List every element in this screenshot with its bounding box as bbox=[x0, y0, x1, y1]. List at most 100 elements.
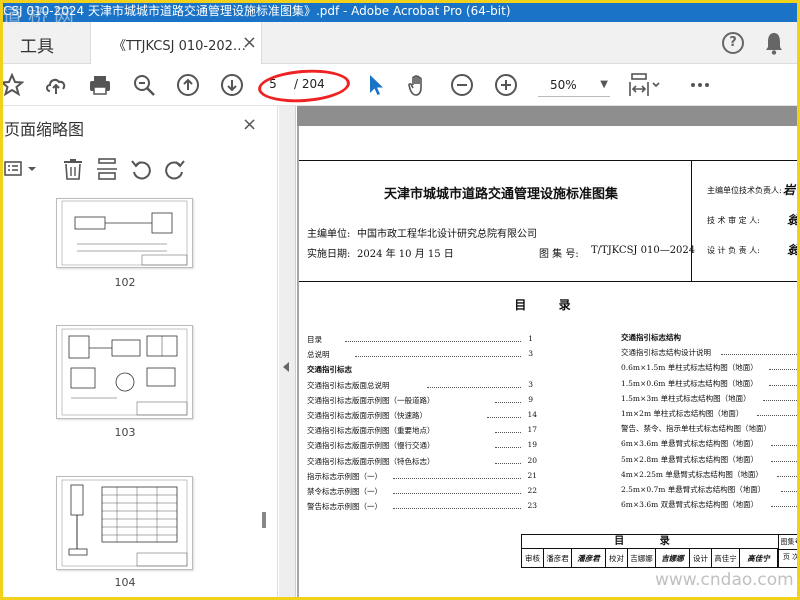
toc-title: 目 录 bbox=[514, 298, 585, 312]
toc-item-text: 交通指引标志版面总说明 bbox=[307, 380, 390, 390]
zoom-in-icon[interactable] bbox=[494, 73, 518, 97]
toc-item: 6m×3.6m 单悬臂式标志结构图（地面） bbox=[621, 438, 800, 453]
next-page-icon[interactable] bbox=[220, 73, 244, 97]
toc-item: 交通指引标志版面示例图（特色标志） 20 bbox=[307, 456, 537, 471]
page-thumbnail-104[interactable] bbox=[56, 476, 193, 570]
title-block-cell: 潘彦君 bbox=[544, 549, 572, 568]
bell-icon[interactable] bbox=[764, 31, 784, 55]
rotate-left-icon[interactable] bbox=[130, 158, 152, 180]
print-icon[interactable] bbox=[88, 73, 112, 97]
rotate-right-icon[interactable] bbox=[164, 158, 186, 180]
page-thumbnail-label: 103 bbox=[114, 426, 136, 439]
signature-mark: 翁 bbox=[787, 213, 800, 227]
star-icon[interactable] bbox=[0, 73, 24, 97]
watermark-bottom: www.cndao.com bbox=[655, 570, 794, 590]
title-block-signature: 潘彦君 bbox=[572, 549, 606, 568]
toc-item: 1.5m×0.6m 单柱式标志结构图（地面） bbox=[621, 378, 800, 393]
zoom-level-value: 50% bbox=[550, 78, 577, 92]
toc-item-text: 交通指引标志版面示例图（特色标志） bbox=[307, 456, 435, 466]
panel-collapse-strip[interactable] bbox=[279, 106, 296, 600]
cover-header: 天津市城城市道路交通管理设施标准图集 主编单位: 中国市政工程华北设计研究总院有… bbox=[299, 160, 800, 282]
editor-value: 中国市政工程华北设计研究总院有限公司 bbox=[357, 229, 537, 240]
title-block-side: 图集号 页 次 bbox=[778, 535, 800, 568]
toc-item-text: 2.5m×0.7m 单悬臂式标志结构图（地面） bbox=[621, 484, 766, 494]
toc-item: 1m×2m 单柱式标志结构图（地面） bbox=[621, 408, 800, 423]
page-thumbnail-103[interactable] bbox=[56, 325, 193, 419]
help-icon[interactable]: ? bbox=[722, 32, 744, 54]
title-block-cell: 吉娜娜 bbox=[628, 549, 656, 568]
toc-section-heading: 交通指引标志 bbox=[307, 364, 537, 379]
hand-tool-icon[interactable] bbox=[406, 73, 430, 97]
toc-item-page: 3 bbox=[528, 349, 533, 359]
zoom-level-select[interactable]: 50% ▼ bbox=[538, 73, 610, 97]
title-block-cell: 设计 bbox=[690, 549, 712, 568]
signature-label: 主编单位技术负责人: bbox=[707, 186, 782, 195]
thumbnails-scrollbar[interactable] bbox=[262, 512, 266, 528]
select-cursor-icon[interactable] bbox=[364, 73, 388, 97]
upload-cloud-icon[interactable] bbox=[44, 73, 68, 97]
zoom-search-icon[interactable] bbox=[132, 73, 156, 97]
toc-item: 交通指引标志版面示例图（重要地点） 17 bbox=[307, 425, 537, 440]
toc-item: 交通指引标志版面总说明 3 bbox=[307, 380, 537, 395]
toc-item-text: 交通指引标志版面示例图（一般道路） bbox=[307, 395, 435, 405]
toc-item: 总说明 3 bbox=[307, 349, 537, 364]
toc-item: 1.5m×3m 单柱式标志结构图（地面） bbox=[621, 393, 800, 408]
window-title-bar: CSJ 010-2024 天津市城城市道路交通管理设施标准图集》.pdf - A… bbox=[0, 0, 800, 22]
signature-mark: 翁 bbox=[787, 243, 800, 257]
tab-close-icon[interactable]: × bbox=[242, 32, 257, 53]
toc-item-page: 1 bbox=[528, 334, 533, 343]
toc-item-page: 14 bbox=[527, 409, 537, 419]
extract-pages-icon[interactable] bbox=[96, 158, 118, 180]
toc-item-text: 警告标志示例图（一） bbox=[307, 502, 382, 512]
thumbnails-panel: 页面缩略图 × 102 103 104 bbox=[0, 106, 278, 600]
toc-item-text: 交通指引标志结构 bbox=[621, 333, 681, 342]
toc-item-text: 交通指引标志 bbox=[307, 365, 352, 375]
page-thumbnail-label: 102 bbox=[114, 276, 136, 289]
toc-item: 交通指引标志结构设计说明 bbox=[621, 347, 800, 362]
tab-document[interactable]: 《TTJKCSJ 010-202… × bbox=[90, 22, 262, 64]
toc-item: 目录 1 bbox=[307, 334, 537, 349]
previous-page-icon[interactable] bbox=[176, 73, 200, 97]
close-panel-icon[interactable]: × bbox=[242, 114, 257, 135]
toc-item-text: 6m×3.6m 双悬臂式标志结构图（地面） bbox=[621, 500, 759, 510]
document-title: 天津市城城市道路交通管理设施标准图集 bbox=[384, 187, 619, 202]
fit-page-icon[interactable] bbox=[628, 73, 662, 97]
thumbnail-options-icon[interactable] bbox=[4, 158, 38, 180]
thumbnail-drawing bbox=[61, 479, 188, 567]
main-toolbar: 5 / 204 50% ▼ bbox=[0, 64, 800, 106]
toc-right-column: 交通指引标志结构 交通指引标志结构设计说明 0.6m×1.5m 单柱式标志结构图… bbox=[621, 332, 800, 514]
toc-item-text: 交通指引标志版面示例图（慢行交通） bbox=[307, 441, 435, 451]
tab-bar: 工具 《TTJKCSJ 010-202… × ? bbox=[0, 22, 800, 64]
toc-item-text: 总说明 bbox=[307, 350, 330, 360]
toc-item-text: 交通指引标志版面示例图（重要地点） bbox=[307, 426, 435, 436]
toc-item-text: 1m×2m 单柱式标志结构图（地面） bbox=[621, 408, 744, 418]
zoom-out-icon[interactable] bbox=[450, 73, 474, 97]
more-options-icon[interactable] bbox=[688, 73, 712, 97]
pdf-page: 天津市城城市道路交通管理设施标准图集 主编单位: 中国市政工程华北设计研究总院有… bbox=[299, 126, 800, 600]
toc-item-text: 4m×2.25m 单悬臂式标志结构图（地面） bbox=[621, 469, 763, 479]
title-block-heading: 目 录 bbox=[522, 535, 778, 549]
title-block-page-label: 页 次 bbox=[779, 549, 800, 564]
editor-label: 主编单位: bbox=[307, 229, 351, 240]
thumbnail-tools bbox=[0, 154, 278, 186]
collapse-arrow-icon[interactable] bbox=[283, 362, 289, 372]
date-value: 2024 年 10 月 15 日 bbox=[357, 249, 454, 260]
toc-item: 5m×2.8m 单悬臂式标志结构图（地面） bbox=[621, 454, 800, 469]
atlas-number-value: T/TJKCSJ 010—2024 bbox=[591, 245, 696, 256]
toc-item: 指示标志示例图（一） 21 bbox=[307, 471, 537, 486]
thumbnails-panel-title: 页面缩略图 bbox=[4, 120, 85, 139]
page-thumbnail-102[interactable] bbox=[56, 198, 193, 268]
toc-item: 警告、禁令、指示单柱式标志结构图（地面） bbox=[621, 423, 800, 438]
signature-label: 设 计 负 责 人: bbox=[707, 246, 760, 255]
delete-icon[interactable] bbox=[62, 158, 84, 180]
tab-tools[interactable]: 工具 bbox=[20, 32, 54, 57]
title-block-atlas-no-label: 图集号 bbox=[780, 538, 800, 546]
toc-item: 交通指引标志版面示例图（快速路） 14 bbox=[307, 410, 537, 425]
toc-item-page: 9 bbox=[528, 394, 533, 404]
document-viewer[interactable]: 天津市城城市道路交通管理设施标准图集 主编单位: 中国市政工程华北设计研究总院有… bbox=[297, 106, 800, 600]
title-block-cell: 审核 bbox=[522, 549, 544, 568]
signature-label: 技 术 审 定 人: bbox=[707, 216, 760, 225]
watermark-top: 道桥网 bbox=[2, 4, 80, 28]
toc-item-text: 0.6m×1.5m 单柱式标志结构图（地面） bbox=[621, 363, 758, 373]
thumbnail-drawing bbox=[61, 328, 188, 416]
